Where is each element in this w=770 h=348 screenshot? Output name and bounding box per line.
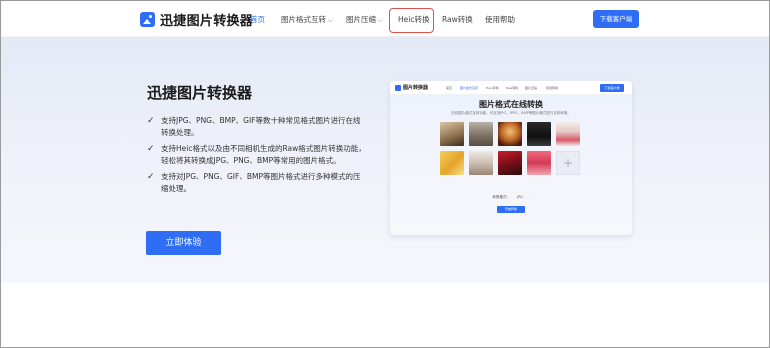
preview-subtitle: 在线图片格式互转功能，可支持JPG、JPEG、BMP等图片格式进行互转转换。 xyxy=(451,111,571,115)
photo-thumbnail xyxy=(527,122,551,146)
nav-label: 首页 xyxy=(250,15,265,24)
preview-logo: 图片转换器 xyxy=(395,84,428,91)
photo-thumbnail xyxy=(556,122,580,146)
feature-item: ✓ 支持对JPG、PNG、GIF、BMP等图片格式进行多种模式的压缩处理。 xyxy=(147,171,367,195)
preview-logo-text: 图片转换器 xyxy=(403,85,429,91)
chevron-down-icon: ⌵ xyxy=(378,17,383,24)
preview-body: 图片格式在线转换 在线图片格式互转功能，可支持JPG、JPEG、BMP等图片格式… xyxy=(390,95,632,235)
preview-nav-item: 图片压缩 xyxy=(525,86,538,90)
preview-nav-item: 使用帮助 xyxy=(546,86,559,90)
browser-frame: 迅捷图片转换器 首页 图片格式互转 ⌵ 图片压缩 ⌵ Heic转换 Raw转换 使用… xyxy=(0,0,770,348)
preview-nav-item: 图片格式互转 xyxy=(460,86,479,90)
nav-label: 图片压缩 xyxy=(346,15,376,24)
nav-item-help[interactable]: 使用帮助 xyxy=(485,14,515,25)
chevron-down-icon: ⌵ xyxy=(526,195,530,199)
photo-thumbnail xyxy=(498,151,522,175)
feature-text: 支持对JPG、PNG、GIF、BMP等图片格式进行多种模式的压缩处理。 xyxy=(161,172,361,193)
add-image-icon: + xyxy=(556,151,580,175)
feature-text: 支持JPG、PNG、BMP、GIF等数十种常见格式图片进行在线转换处理。 xyxy=(161,116,361,137)
preview-nav-item: Heic转换 xyxy=(486,86,499,90)
check-icon: ✓ xyxy=(147,144,155,154)
image-logo-icon xyxy=(140,12,155,27)
preview-header: 图片转换器 首页 图片格式互转 Heic转换 Raw转换 图片压缩 使用帮助 下… xyxy=(390,81,632,95)
page-bottom-area xyxy=(1,283,769,347)
hero-section: 迅捷图片转换器 ✓ 支持JPG、PNG、BMP、GIF等数十种常见格式图片进行在… xyxy=(1,37,769,283)
nav-item-format-convert[interactable]: 图片格式互转 ⌵ xyxy=(281,14,333,25)
photo-thumbnail xyxy=(440,151,464,175)
photo-thumbnail xyxy=(498,122,522,146)
feature-item: ✓ 支持Heic格式以及由不同相机生成的Raw格式图片转换功能，轻松将其转换成J… xyxy=(147,143,367,167)
nav-label: 使用帮助 xyxy=(485,15,515,24)
preview-convert-button: 开始转换 xyxy=(497,206,525,213)
image-logo-icon xyxy=(395,84,401,91)
photo-thumbnail xyxy=(440,122,464,146)
preview-download-button: 下载客户端 xyxy=(600,84,624,92)
preview-title: 图片格式在线转换 xyxy=(479,100,543,109)
check-icon: ✓ xyxy=(147,172,155,182)
heic-highlight-box xyxy=(389,8,434,33)
chevron-down-icon: ⌵ xyxy=(328,17,333,24)
photo-thumbnail xyxy=(469,122,493,146)
format-label: 转换格式： xyxy=(492,195,510,199)
nav-item-raw[interactable]: Raw转换 xyxy=(442,14,473,25)
product-preview-image: 图片转换器 首页 图片格式互转 Heic转换 Raw转换 图片压缩 使用帮助 下… xyxy=(390,81,632,235)
nav-label: 图片格式互转 xyxy=(281,15,326,24)
hero-title: 迅捷图片转换器 xyxy=(147,84,253,102)
photo-thumbnail xyxy=(469,151,493,175)
feature-text: 支持Heic格式以及由不同相机生成的Raw格式图片转换功能，轻松将其转换成JPG… xyxy=(161,144,366,165)
preview-nav-item: Raw转换 xyxy=(506,86,519,90)
photo-thumbnail xyxy=(527,151,551,175)
format-value: JPG xyxy=(516,195,523,199)
try-now-button[interactable]: 立即体验 xyxy=(146,231,221,255)
feature-item: ✓ 支持JPG、PNG、BMP、GIF等数十种常见格式图片进行在线转换处理。 xyxy=(147,115,367,139)
check-icon: ✓ xyxy=(147,116,155,126)
site-header: 迅捷图片转换器 首页 图片格式互转 ⌵ 图片压缩 ⌵ Heic转换 Raw转换 使用… xyxy=(1,1,769,37)
preview-nav-item: 首页 xyxy=(446,86,453,90)
site-logo[interactable]: 迅捷图片转换器 xyxy=(140,10,253,29)
preview-format-row: 转换格式： JPG ⌵ xyxy=(390,195,632,200)
download-client-button[interactable]: 下载客户端 xyxy=(593,10,639,28)
logo-text: 迅捷图片转换器 xyxy=(160,14,254,29)
nav-item-home[interactable]: 首页 xyxy=(250,14,265,25)
nav-item-compress[interactable]: 图片压缩 ⌵ xyxy=(346,14,383,25)
nav-label: Raw转换 xyxy=(442,15,473,24)
